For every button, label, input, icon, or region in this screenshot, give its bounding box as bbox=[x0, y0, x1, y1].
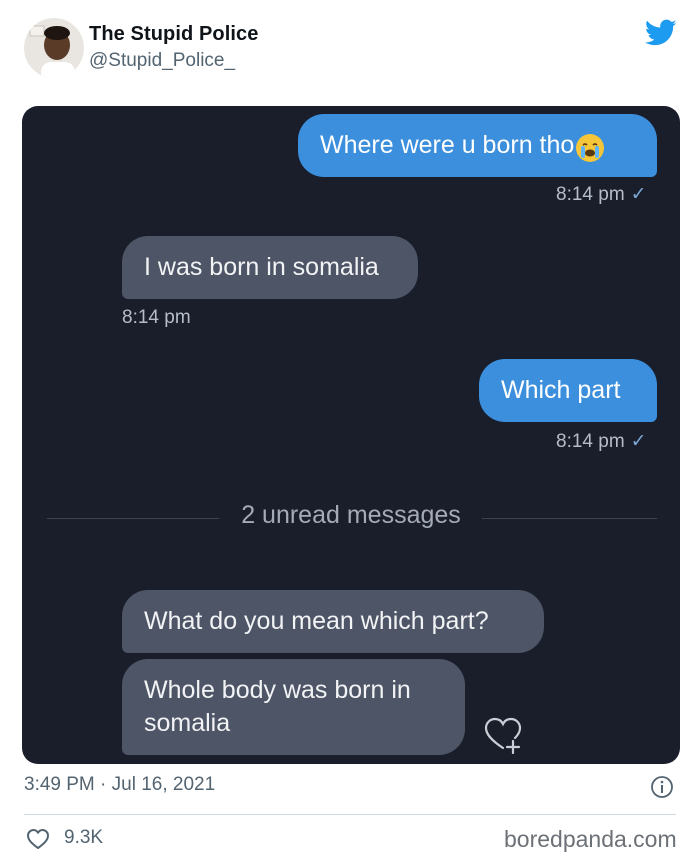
incoming-message-bubble: Whole body was born in somalia bbox=[122, 659, 465, 755]
message-text: I was born in somalia bbox=[144, 253, 379, 281]
footer-divider bbox=[24, 814, 676, 815]
watermark: boredpanda.com bbox=[504, 826, 677, 852]
read-check-icon: ✓ bbox=[630, 431, 647, 452]
like-count[interactable]: 9.3K bbox=[64, 827, 103, 849]
message-text: Whole body was born in somalia bbox=[144, 676, 411, 737]
message-timestamp: 8:14 pm bbox=[122, 307, 191, 328]
heart-icon[interactable] bbox=[26, 828, 50, 850]
message-text: Which part bbox=[501, 376, 621, 404]
chat-screenshot: Where were u born tho 8:14 pm ✓ I was bor… bbox=[22, 106, 680, 764]
info-icon[interactable] bbox=[650, 775, 674, 799]
twitter-bird-icon[interactable] bbox=[645, 19, 677, 47]
avatar[interactable] bbox=[24, 18, 84, 78]
add-reaction-heart-icon[interactable] bbox=[483, 716, 523, 754]
message-text: What do you mean which part? bbox=[144, 607, 489, 635]
crying-face-emoji-icon bbox=[576, 133, 605, 162]
incoming-message-bubble: I was born in somalia bbox=[122, 236, 418, 299]
author-handle[interactable]: @Stupid_Police_ bbox=[89, 50, 235, 72]
message-timestamp: 8:14 pm ✓ bbox=[556, 184, 647, 205]
incoming-message-bubble: What do you mean which part? bbox=[122, 590, 544, 653]
author-name[interactable]: The Stupid Police bbox=[89, 23, 259, 46]
tweet-header: The Stupid Police @Stupid_Police_ bbox=[0, 0, 700, 96]
outgoing-message-bubble: Where were u born tho bbox=[298, 114, 657, 177]
tweet-timestamp[interactable]: 3:49 PM · Jul 16, 2021 bbox=[24, 774, 215, 796]
avatar-image bbox=[24, 18, 84, 78]
outgoing-message-bubble: Which part bbox=[479, 359, 657, 422]
message-timestamp: 8:14 pm ✓ bbox=[556, 431, 647, 452]
read-check-icon: ✓ bbox=[630, 184, 647, 205]
unread-messages-divider: 2 unread messages bbox=[241, 501, 461, 529]
message-text: Where were u born tho bbox=[320, 131, 575, 159]
